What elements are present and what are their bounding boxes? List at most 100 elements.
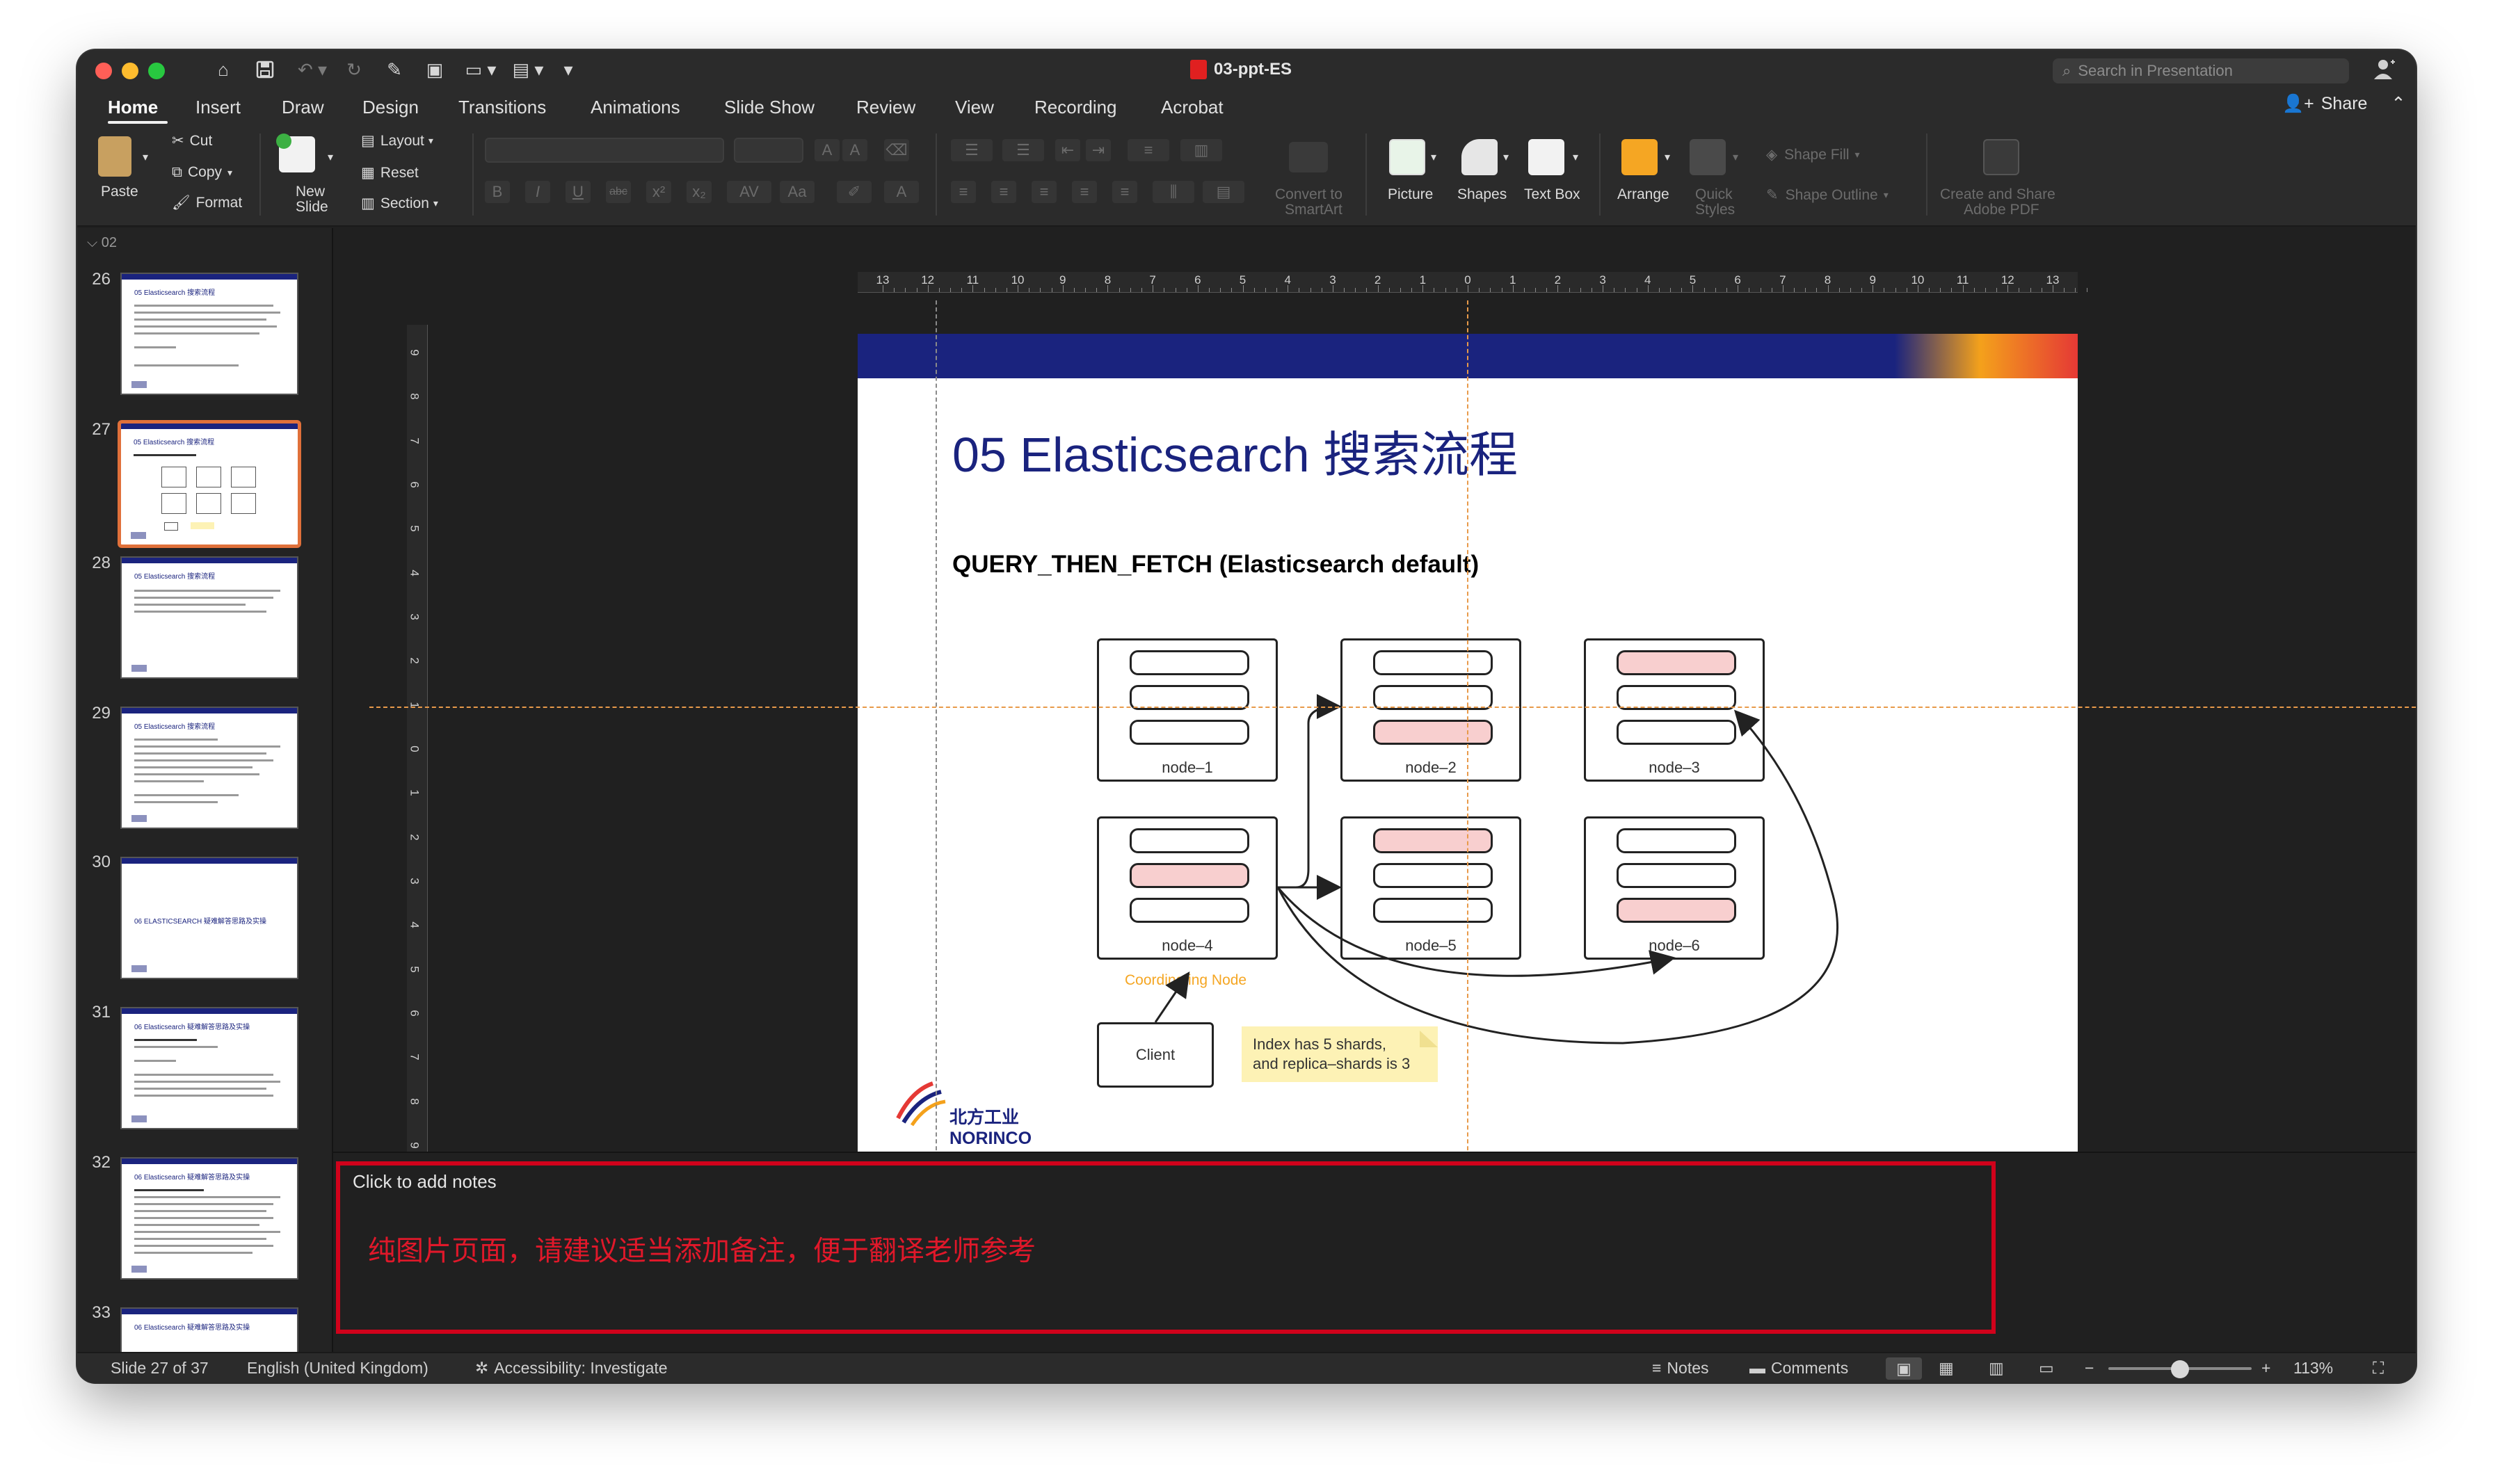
normal-view-icon[interactable]: ▣ — [1886, 1357, 1922, 1380]
create-share-label-1[interactable]: Create and Share — [1940, 186, 2055, 203]
shapes-icon[interactable] — [1461, 139, 1498, 175]
font-family-dropdown[interactable] — [485, 138, 724, 163]
quick-styles-icon[interactable] — [1690, 139, 1726, 175]
tab-transitions[interactable]: Transitions — [458, 93, 546, 121]
minimize-window-button[interactable] — [122, 63, 138, 79]
reset-button[interactable]: ▦ Reset — [361, 164, 419, 182]
tab-home[interactable]: Home — [108, 93, 158, 121]
home-icon[interactable]: ⌂ — [209, 56, 237, 83]
columns-icon[interactable]: ▥ — [1180, 139, 1222, 161]
new-slide-label-2[interactable]: Slide — [296, 199, 328, 216]
tab-review[interactable]: Review — [856, 93, 915, 121]
tab-draw[interactable]: Draw — [282, 93, 324, 121]
cut-button[interactable]: ✂ Cut — [172, 132, 212, 150]
bold-icon[interactable]: B — [485, 181, 510, 203]
align-center-icon[interactable]: ≡ — [991, 181, 1016, 203]
redo-icon[interactable]: ↻ — [340, 56, 368, 83]
layout-qa-icon[interactable]: ▤ ▾ — [508, 56, 547, 83]
increase-font-icon[interactable]: A — [815, 139, 840, 161]
superscript-icon[interactable]: x² — [646, 181, 671, 203]
text-box-icon[interactable] — [1528, 139, 1564, 175]
new-slide-label-1[interactable]: New — [296, 184, 325, 200]
close-window-button[interactable] — [95, 63, 112, 79]
picture-dropdown-icon[interactable]: ▾ — [1431, 150, 1436, 164]
vertical-guide-center[interactable] — [1467, 300, 1468, 1213]
change-case-icon[interactable]: Aa — [780, 181, 815, 203]
format-painter-button[interactable]: 🖌 Format — [172, 195, 242, 211]
paste-dropdown-icon[interactable]: ▾ — [143, 150, 148, 164]
picture-icon[interactable] — [1389, 139, 1425, 175]
section-header[interactable]: ⌵ 02 — [87, 235, 117, 251]
text-box-label[interactable]: Text Box — [1524, 186, 1580, 203]
tab-design[interactable]: Design — [362, 93, 419, 121]
slide-sorter-view-icon[interactable]: ▦ — [1939, 1359, 1954, 1378]
tab-acrobat[interactable]: Acrobat — [1161, 93, 1224, 121]
tab-view[interactable]: View — [955, 93, 994, 121]
notes-toggle-button[interactable]: ≡ Notes — [1652, 1359, 1709, 1378]
section-button[interactable]: ▥ Section ▾ — [361, 195, 438, 212]
highlight-icon[interactable]: ✐ — [837, 181, 872, 203]
distributed-icon[interactable]: ≡ — [1112, 181, 1137, 203]
strikethrough-icon[interactable]: abc — [606, 181, 631, 203]
notes-placeholder[interactable]: Click to add notes — [353, 1171, 497, 1193]
zoom-in-icon[interactable]: + — [2261, 1359, 2270, 1378]
slide-thumbnail-28[interactable]: 05 Elasticsearch 搜索流程 — [120, 556, 298, 679]
slide-thumbnail-32[interactable]: 06 Elasticsearch 疑难解答思路及实操 — [120, 1157, 298, 1280]
tab-slide-show[interactable]: Slide Show — [724, 93, 815, 121]
line-spacing-icon[interactable]: ≡ — [1128, 139, 1169, 161]
paste-label[interactable]: Paste — [101, 184, 138, 200]
convert-smartart-label-2[interactable]: SmartArt — [1285, 202, 1342, 218]
edit-icon[interactable]: ✎ — [380, 56, 408, 83]
share-button[interactable]: 👤+ Share ⌃ — [2282, 93, 2405, 114]
comments-toggle-button[interactable]: ▬ Comments — [1749, 1359, 1848, 1378]
decrease-indent-icon[interactable]: ⇤ — [1055, 139, 1080, 161]
zoom-level[interactable]: 113% — [2293, 1359, 2333, 1378]
bullets-icon[interactable]: ☰ — [951, 139, 993, 161]
arrange-icon[interactable] — [1621, 139, 1658, 175]
save-icon[interactable] — [251, 56, 279, 83]
accessibility-button[interactable]: ✲ Accessibility: Investigate — [475, 1359, 668, 1378]
numbering-icon[interactable]: ☰ — [1002, 139, 1044, 161]
slide-thumbnail-31[interactable]: 06 Elasticsearch 疑难解答思路及实操 — [120, 1007, 298, 1129]
shapes-label[interactable]: Shapes — [1457, 186, 1507, 203]
undo-icon[interactable]: ↶ ▾ — [293, 56, 332, 83]
align-right-icon[interactable]: ≡ — [1032, 181, 1057, 203]
quick-styles-label-2[interactable]: Styles — [1695, 202, 1735, 218]
subscript-icon[interactable]: x₂ — [687, 181, 712, 203]
slide-thumbnail-26[interactable]: 05 Elasticsearch 搜索流程 — [120, 273, 298, 395]
text-box-dropdown-icon[interactable]: ▾ — [1573, 150, 1578, 164]
slideshow-view-icon[interactable]: ▭ — [2039, 1359, 2054, 1378]
maximize-window-button[interactable] — [148, 63, 165, 79]
tab-recording[interactable]: Recording — [1034, 93, 1117, 121]
tab-animations[interactable]: Animations — [591, 93, 680, 121]
new-slide-dropdown-icon[interactable]: ▾ — [328, 150, 333, 164]
character-spacing-icon[interactable]: AV — [727, 181, 771, 203]
decrease-font-icon[interactable]: A — [842, 139, 867, 161]
create-share-label-2[interactable]: Adobe PDF — [1964, 202, 2039, 218]
convert-smartart-label-1[interactable]: Convert to — [1275, 186, 1342, 203]
text-direction-icon[interactable]: ⫼ — [1153, 181, 1194, 203]
arrange-dropdown-icon[interactable]: ▾ — [1665, 150, 1670, 164]
slide-thumbnail-27-selected[interactable]: 05 Elasticsearch 搜索流程 — [118, 420, 301, 548]
slide-thumbnails-panel[interactable]: ⌵ 02 26 05 Elasticsearch 搜索流程 27 05 Elas… — [77, 228, 332, 1352]
font-color-icon[interactable]: A — [884, 181, 919, 203]
picture-qa-icon[interactable]: ▣ — [421, 56, 449, 83]
justify-icon[interactable]: ≡ — [1072, 181, 1097, 203]
collapse-ribbon-icon[interactable]: ⌃ — [2391, 93, 2405, 114]
font-size-dropdown[interactable] — [734, 138, 803, 163]
copy-button[interactable]: ⧉ Copy ▾ — [172, 164, 232, 181]
smartart-icon[interactable] — [1289, 142, 1328, 172]
zoom-out-icon[interactable]: − — [2085, 1359, 2094, 1378]
shape-fill-button[interactable]: ◈ Shape Fill ▾ — [1766, 146, 1860, 163]
fit-to-window-icon[interactable]: ⛶ — [2373, 1359, 2384, 1378]
account-icon[interactable] — [2373, 57, 2398, 82]
arrange-label[interactable]: Arrange — [1617, 186, 1669, 203]
increase-indent-icon[interactable]: ⇥ — [1086, 139, 1111, 161]
vertical-guide-left[interactable] — [936, 300, 937, 1213]
slide-thumbnail-30[interactable]: 06 ELASTICSEARCH 疑难解答思路及实操 — [120, 857, 298, 979]
layout-button[interactable]: ▤ Layout ▾ — [361, 132, 433, 150]
adobe-pdf-icon[interactable] — [1983, 139, 2019, 175]
italic-icon[interactable]: I — [525, 181, 550, 203]
zoom-slider-handle[interactable] — [2171, 1360, 2189, 1378]
slide-thumbnail-29[interactable]: 05 Elasticsearch 搜索流程 — [120, 707, 298, 829]
